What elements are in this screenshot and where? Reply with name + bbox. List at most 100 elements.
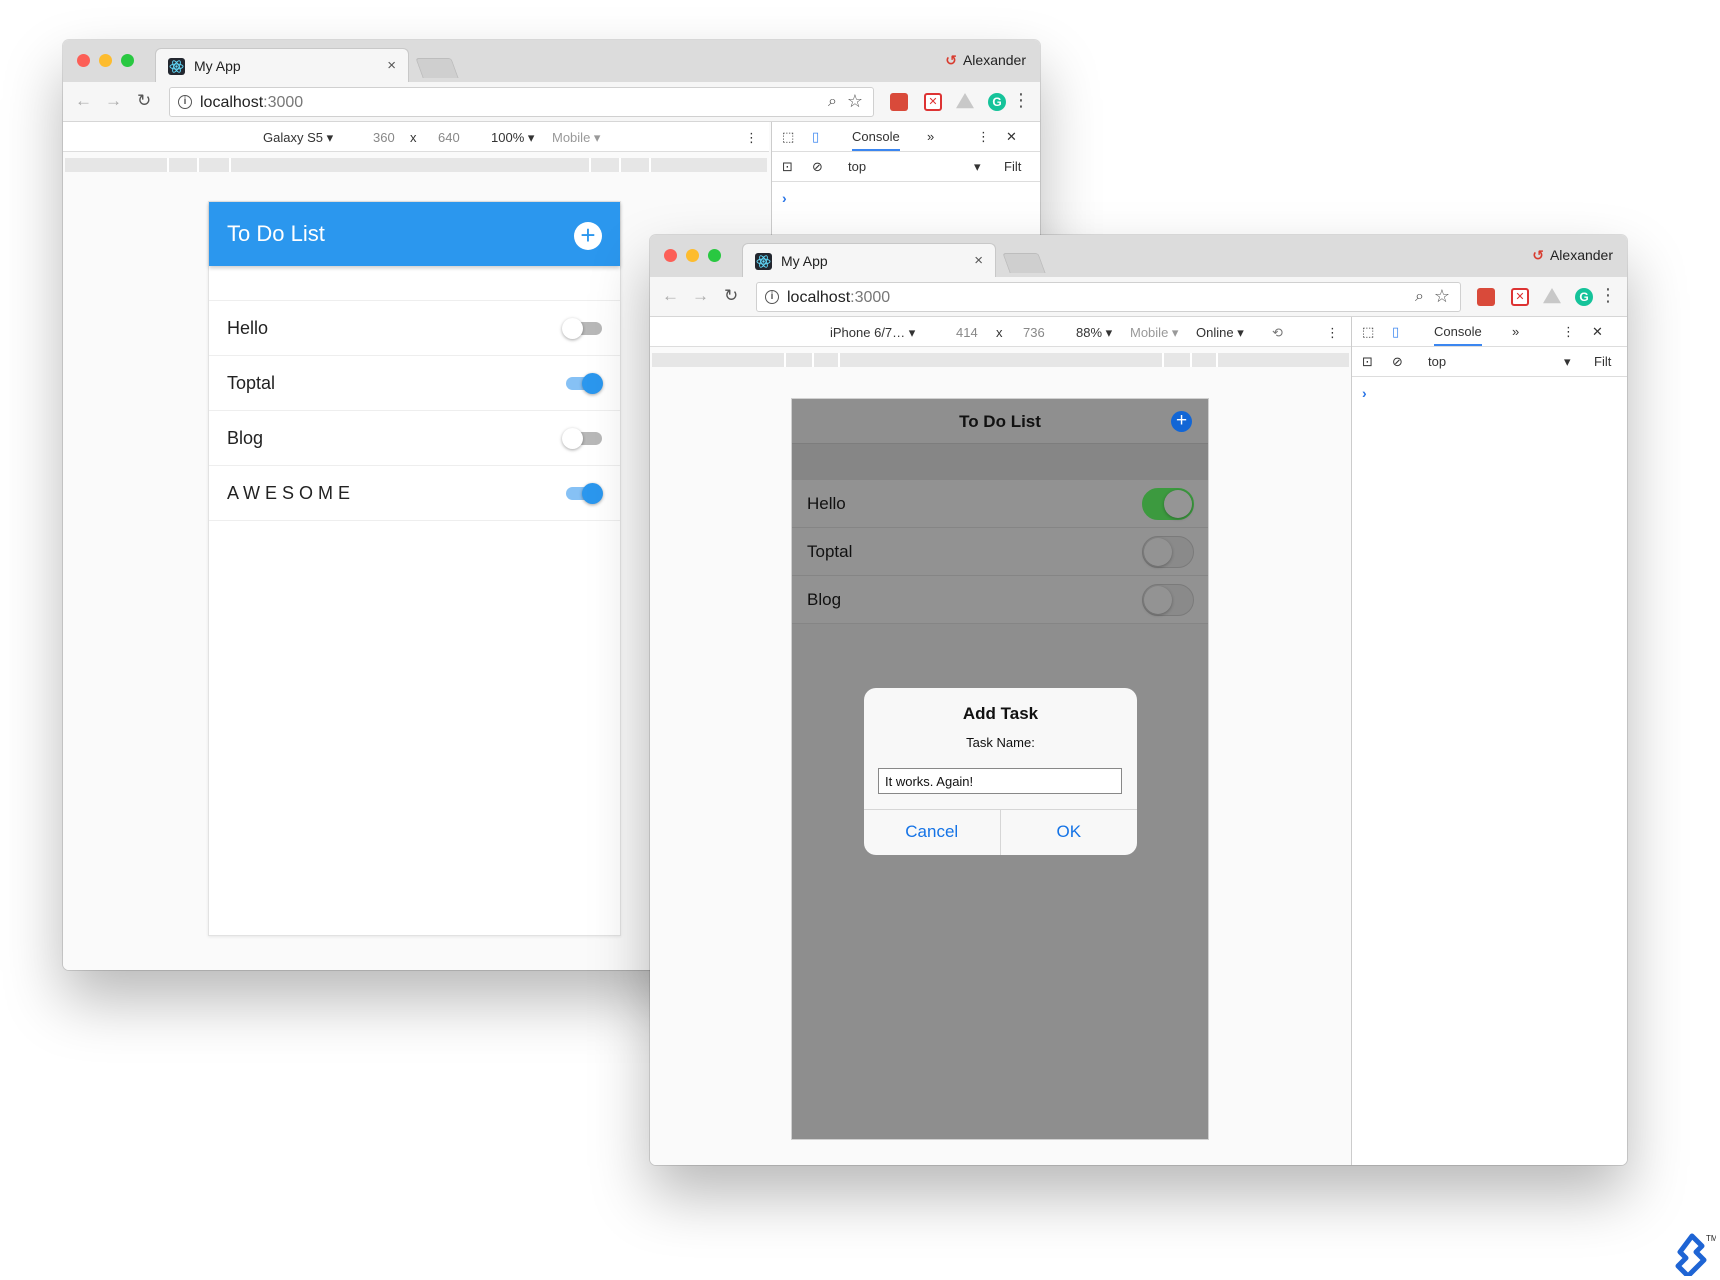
dimension-separator: x: [996, 325, 1003, 340]
width-field[interactable]: 414: [956, 325, 978, 340]
add-task-button[interactable]: +: [1171, 411, 1192, 432]
console-prompt[interactable]: ›: [782, 190, 787, 206]
task-toggle[interactable]: [1142, 488, 1194, 520]
bookmark-star-icon[interactable]: ☆: [1434, 286, 1450, 307]
filter-input[interactable]: Filt: [1594, 354, 1611, 369]
task-label: A W E S O M E: [227, 483, 351, 503]
width-field[interactable]: 360: [373, 130, 395, 145]
bookmark-star-icon[interactable]: ☆: [847, 91, 863, 112]
extension-icon[interactable]: [1477, 288, 1495, 306]
mode-select[interactable]: Mobile ▾: [1130, 325, 1178, 341]
task-label: Toptal: [807, 542, 853, 561]
task-toggle[interactable]: [562, 428, 602, 449]
height-field[interactable]: 736: [1023, 325, 1045, 340]
console-prompt[interactable]: ›: [1362, 385, 1367, 401]
context-select[interactable]: top: [1428, 354, 1446, 369]
task-toggle[interactable]: [1142, 584, 1194, 616]
back-arrow-icon[interactable]: ←: [75, 91, 92, 111]
devtools-close-icon[interactable]: ✕: [1592, 324, 1603, 340]
task-toggle[interactable]: [562, 318, 602, 339]
rotate-icon[interactable]: ⟲: [1272, 325, 1283, 341]
context-select[interactable]: top: [848, 159, 866, 174]
profile-button[interactable]: ↺ Alexander: [1532, 247, 1613, 264]
toptal-logo-icon: TM: [1675, 1233, 1716, 1276]
height-field[interactable]: 640: [438, 130, 460, 145]
profile-button[interactable]: ↺ Alexander: [945, 52, 1026, 69]
task-name-input[interactable]: [878, 768, 1122, 794]
minimize-window-button[interactable]: [99, 54, 112, 67]
ok-button[interactable]: OK: [1001, 810, 1138, 855]
device-select[interactable]: iPhone 6/7… ▾: [830, 325, 915, 341]
sidebar-toggle-icon[interactable]: ⊡: [782, 159, 793, 175]
reload-icon[interactable]: ↻: [724, 286, 738, 306]
browser-tab[interactable]: My App ×: [155, 48, 409, 82]
add-task-dialog: Add Task Task Name: Cancel OK: [864, 688, 1137, 855]
svg-text:TM: TM: [1706, 1234, 1716, 1243]
drive-icon[interactable]: [1543, 288, 1561, 304]
tab-console[interactable]: Console: [852, 129, 900, 151]
reload-icon[interactable]: ↻: [137, 91, 151, 111]
zoom-select[interactable]: 100% ▾: [491, 130, 534, 146]
zoom-icon[interactable]: ⌕: [1415, 288, 1424, 306]
tab-close-icon[interactable]: ×: [974, 252, 983, 269]
device-select[interactable]: Galaxy S5 ▾: [263, 130, 333, 146]
browser-tab[interactable]: My App ×: [742, 243, 996, 277]
address-bar[interactable]: i localhost:3000 ⌕ ☆: [169, 87, 874, 117]
device-toolbar: Galaxy S5 ▾ 360 x 640 100% ▾ Mobile ▾ ⋮: [63, 122, 769, 152]
clear-console-icon[interactable]: ⊘: [1392, 354, 1403, 370]
forward-arrow-icon[interactable]: →: [105, 91, 122, 111]
mode-select[interactable]: Mobile ▾: [552, 130, 600, 146]
task-toggle[interactable]: [562, 373, 603, 394]
inspect-icon[interactable]: ⬚: [1362, 324, 1374, 340]
device-menu-icon[interactable]: ⋮: [745, 130, 758, 146]
tab-console[interactable]: Console: [1434, 324, 1482, 346]
task-toggle[interactable]: [1142, 536, 1194, 568]
more-menu-icon[interactable]: ⋮: [1012, 90, 1030, 111]
dialog-message: Task Name:: [966, 735, 1035, 750]
filter-input[interactable]: Filt: [1004, 159, 1021, 174]
clear-console-icon[interactable]: ⊘: [812, 159, 823, 175]
tab-close-icon[interactable]: ×: [387, 57, 396, 74]
url-text: localhost:3000: [787, 289, 891, 306]
context-chevron-down-icon[interactable]: ▾: [1564, 354, 1571, 370]
network-select[interactable]: Online ▾: [1196, 325, 1244, 341]
context-chevron-down-icon[interactable]: ▾: [974, 159, 981, 175]
address-bar[interactable]: i localhost:3000 ⌕ ☆: [756, 282, 1461, 312]
device-toggle-icon[interactable]: ▯: [1392, 324, 1399, 340]
devtools-menu-icon[interactable]: ⋮: [1562, 324, 1575, 340]
sidebar-toggle-icon[interactable]: ⊡: [1362, 354, 1373, 370]
forward-arrow-icon[interactable]: →: [692, 286, 709, 306]
info-icon[interactable]: i: [178, 95, 192, 109]
devtools-close-icon[interactable]: ✕: [1006, 129, 1017, 145]
task-toggle[interactable]: [562, 483, 603, 504]
zoom-icon[interactable]: ⌕: [828, 93, 837, 111]
back-arrow-icon[interactable]: ←: [662, 286, 679, 306]
maximize-window-button[interactable]: [708, 249, 721, 262]
close-window-button[interactable]: [77, 54, 90, 67]
spacer-row: [209, 266, 620, 301]
new-tab-button[interactable]: [415, 58, 459, 78]
info-icon[interactable]: i: [765, 290, 779, 304]
more-tabs-icon[interactable]: »: [1512, 324, 1519, 339]
device-menu-icon[interactable]: ⋮: [1326, 325, 1339, 341]
block-extension-icon[interactable]: ✕: [924, 93, 942, 111]
cancel-button[interactable]: Cancel: [864, 810, 1001, 855]
zoom-select[interactable]: 88% ▾: [1076, 325, 1112, 341]
inspect-icon[interactable]: ⬚: [782, 129, 794, 145]
new-tab-button[interactable]: [1002, 253, 1046, 273]
drive-icon[interactable]: [956, 93, 974, 109]
devtools-menu-icon[interactable]: ⋮: [977, 129, 990, 145]
app-header: To Do List +: [792, 399, 1208, 444]
maximize-window-button[interactable]: [121, 54, 134, 67]
more-menu-icon[interactable]: ⋮: [1599, 285, 1617, 306]
block-extension-icon[interactable]: ✕: [1511, 288, 1529, 306]
extension-icon[interactable]: [890, 93, 908, 111]
tab-title: My App: [194, 58, 241, 74]
minimize-window-button[interactable]: [686, 249, 699, 262]
more-tabs-icon[interactable]: »: [927, 129, 934, 144]
add-task-button[interactable]: +: [574, 222, 602, 250]
device-toggle-icon[interactable]: ▯: [812, 129, 819, 145]
close-window-button[interactable]: [664, 249, 677, 262]
grammarly-icon[interactable]: G: [1575, 288, 1593, 306]
grammarly-icon[interactable]: G: [988, 93, 1006, 111]
